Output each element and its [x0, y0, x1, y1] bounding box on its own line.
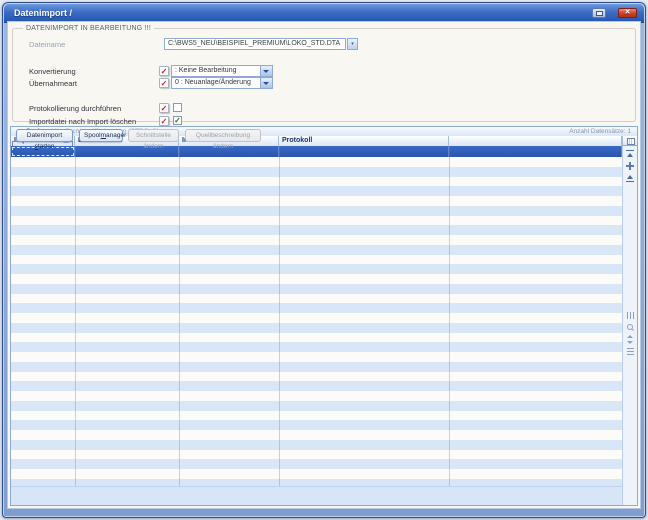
table-row-empty — [11, 216, 622, 226]
table-row-empty — [11, 362, 622, 372]
selected-row[interactable] — [11, 146, 622, 157]
table-row-empty — [11, 469, 622, 479]
footer-button-3: Quellbeschreibung ändern — [185, 129, 261, 142]
goto-prev-icon[interactable] — [626, 174, 635, 183]
table-row-empty — [11, 459, 622, 469]
table-row-empty — [11, 411, 622, 421]
table-row-empty — [11, 372, 622, 382]
uebernahmeart-label: Übernahmeart — [29, 79, 77, 88]
importdatei-label: Importdatei nach Import löschen — [29, 117, 136, 126]
dateiname-input[interactable]: C:\BWS5_NEU\BEISPIEL_PREMIUM\LOKO_STD.DT… — [164, 38, 346, 50]
footer-button-2: Schnittstelle ändern — [128, 129, 179, 142]
konvertierung-value: : Keine Bearbeitung — [175, 66, 260, 76]
column-separator — [449, 146, 450, 506]
chevron-down-icon[interactable] — [260, 78, 272, 88]
table-row-empty — [11, 430, 622, 440]
table-row-empty — [11, 391, 622, 401]
protokollierung-modified-flag-toggle[interactable]: ✓ — [159, 103, 169, 113]
chevron-down-icon[interactable] — [260, 66, 272, 76]
import-table-panel: Suche: Hier Suchbegriff eingeben (STRG+S… — [10, 126, 638, 506]
table-row-empty — [11, 381, 622, 391]
table-row-empty — [11, 284, 622, 294]
table-row-empty — [11, 401, 622, 411]
konvertierung-dropdown[interactable]: : Keine Bearbeitung — [171, 65, 273, 77]
restore-icon — [596, 11, 603, 16]
columns-icon[interactable] — [626, 311, 635, 320]
table-row-empty — [11, 303, 622, 313]
table-row-empty — [11, 333, 622, 343]
selected-row-cell[interactable] — [449, 146, 622, 157]
table-row-empty — [11, 323, 622, 333]
table-row-empty — [11, 294, 622, 304]
table-row-empty — [11, 264, 622, 274]
table-row-empty — [11, 225, 622, 235]
uebernahmeart-dropdown[interactable]: 0 : Neuanlage/Änderung — [171, 77, 273, 89]
table-row-empty — [11, 235, 622, 245]
table-row-empty — [11, 167, 622, 177]
column-separator — [75, 146, 76, 506]
zoom-icon[interactable] — [626, 323, 635, 332]
list-icon[interactable] — [626, 347, 635, 356]
table-row-empty — [11, 157, 622, 167]
table-scrollbar[interactable] — [622, 146, 637, 505]
restore-button[interactable] — [592, 8, 606, 18]
record-count: Anzahl Datensätze: 1 — [569, 127, 631, 136]
column-header-protokoll[interactable]: Protokoll — [279, 136, 449, 146]
importdatei-modified-flag-toggle[interactable]: ✓ — [159, 116, 169, 126]
table-row-empty — [11, 420, 622, 430]
table-row-empty — [11, 245, 622, 255]
close-button[interactable]: ✕ — [618, 8, 637, 18]
table-row-empty — [11, 313, 622, 323]
table-row-empty — [11, 196, 622, 206]
konvertierung-label: Konvertierung — [29, 67, 76, 76]
uebernahmeart-value: 0 : Neuanlage/Änderung — [175, 78, 260, 88]
selected-row-cell[interactable] — [279, 146, 449, 157]
footer-button-0[interactable]: Datenimport starten — [16, 129, 73, 142]
column-header-label: Protokoll — [282, 137, 312, 144]
uebernahmeart-modified-flag-toggle[interactable]: ✓ — [159, 78, 169, 88]
table-row-empty — [11, 274, 622, 284]
table-row-empty — [11, 440, 622, 450]
move-record-icon[interactable] — [626, 162, 635, 171]
column-separator — [179, 146, 180, 506]
groupbox-title: DATENIMPORT IN BEARBEITUNG !!! — [23, 25, 154, 32]
table-row-empty — [11, 342, 622, 352]
column-chooser-icon — [627, 138, 635, 145]
import-groupbox: DATENIMPORT IN BEARBEITUNG !!! Dateiname… — [12, 28, 636, 122]
column-separator — [279, 146, 280, 506]
navigate-icon[interactable] — [626, 335, 635, 344]
protokollierung-label: Protokollierung durchführen — [29, 104, 121, 113]
goto-first-icon[interactable] — [626, 150, 635, 159]
content-area: DATENIMPORT IN BEARBEITUNG !!! Dateiname… — [7, 21, 641, 509]
footer-button-1[interactable]: Spoolmanager — [79, 129, 123, 142]
column-chooser-button[interactable] — [622, 136, 637, 146]
table-row-empty — [11, 450, 622, 460]
footer-band — [11, 486, 622, 505]
table-row-empty — [11, 255, 622, 265]
table-row-empty — [11, 352, 622, 362]
protokollierung-checkbox[interactable] — [173, 103, 182, 112]
close-icon: ✕ — [625, 9, 631, 16]
app-window: Datenimport / ✕ DATENIMPORT IN BEARBEITU… — [2, 2, 646, 518]
table-row-empty — [11, 186, 622, 196]
window-title: Datenimport / — [14, 4, 72, 22]
table-body — [11, 157, 622, 489]
table-row-empty — [11, 206, 622, 216]
importdatei-checkbox[interactable]: ✓ — [173, 116, 182, 125]
browse-button[interactable]: ▾ — [347, 38, 358, 50]
column-header-extra[interactable] — [449, 136, 622, 146]
konvertierung-modified-flag-toggle[interactable]: ✓ — [159, 66, 169, 76]
dateiname-label: Dateiname — [29, 40, 65, 49]
table-row-empty — [11, 177, 622, 187]
